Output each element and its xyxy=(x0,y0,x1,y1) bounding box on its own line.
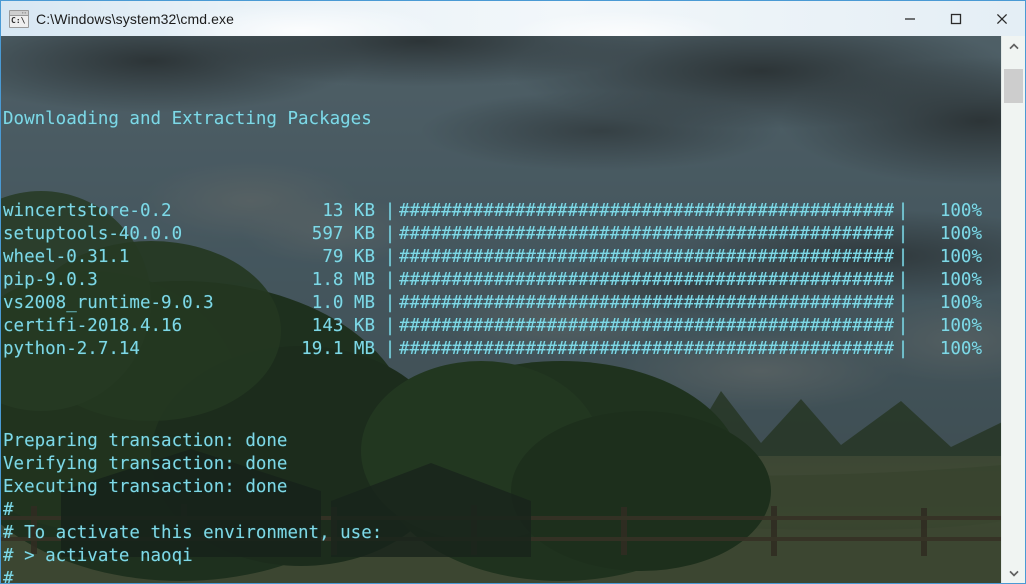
column-separator: | xyxy=(384,201,396,221)
package-row: wheel-0.31.1 79 KB | ######################… xyxy=(3,246,982,269)
close-button[interactable] xyxy=(979,1,1025,36)
progress-bar: ########################################… xyxy=(399,339,894,359)
package-row: vs2008_runtime-9.0.3 1.0 MB | #############… xyxy=(3,292,982,315)
column-separator: | xyxy=(897,247,909,267)
cmd-window: ▪▪ C:\ C:\Windows\system32\cmd.exe Downl… xyxy=(0,0,1026,584)
package-name: wincertstore-0.2 xyxy=(3,201,172,221)
progress-percent: 100% xyxy=(939,316,982,336)
scroll-up-arrow[interactable] xyxy=(1002,36,1025,56)
scroll-down-arrow[interactable] xyxy=(1002,563,1025,583)
console-line: # xyxy=(3,569,14,583)
close-icon xyxy=(996,13,1008,24)
message-lines: Preparing transaction: done Verifying tra… xyxy=(3,430,982,583)
package-name: vs2008_runtime-9.0.3 xyxy=(3,293,214,313)
package-row: python-2.7.14 19.1 MB | ###################… xyxy=(3,338,982,361)
console-line: Executing transaction: done xyxy=(3,477,288,497)
progress-bar: ########################################… xyxy=(399,201,894,221)
chevron-up-icon xyxy=(1008,42,1019,49)
column-separator: | xyxy=(897,316,909,336)
package-size: 143 KB xyxy=(311,316,375,336)
package-name: certifi-2018.4.16 xyxy=(3,316,183,336)
window-title: C:\Windows\system32\cmd.exe xyxy=(36,10,234,27)
maximize-button[interactable] xyxy=(933,1,979,36)
package-row: certifi-2018.4.16 143 KB | ################… xyxy=(3,315,982,338)
vertical-scrollbar[interactable] xyxy=(1001,36,1025,583)
column-separator: | xyxy=(897,224,909,244)
progress-percent: 100% xyxy=(939,270,982,290)
console-output-area[interactable]: Downloading and Extracting Packages winc… xyxy=(1,36,1001,583)
progress-bar: ########################################… xyxy=(399,224,894,244)
console-text: Downloading and Extracting Packages winc… xyxy=(1,36,982,583)
package-row: wincertstore-0.2 13 KB | ##################… xyxy=(3,200,982,223)
progress-bar: ########################################… xyxy=(399,247,894,267)
progress-percent: 100% xyxy=(939,247,982,267)
package-size: 13 KB xyxy=(322,201,375,221)
progress-percent: 100% xyxy=(939,339,982,359)
console-line: Verifying transaction: done xyxy=(3,454,288,474)
scroll-thumb[interactable] xyxy=(1004,69,1023,103)
icon-prompt-text: C:\ xyxy=(11,15,26,25)
progress-percent: 100% xyxy=(939,224,982,244)
console-line: # > activate naoqi xyxy=(3,546,193,566)
window-controls xyxy=(887,1,1025,36)
column-separator: | xyxy=(897,339,909,359)
console-line: # To activate this environment, use: xyxy=(3,523,383,543)
minimize-button[interactable] xyxy=(887,1,933,36)
column-separator: | xyxy=(384,270,396,290)
package-size: 597 KB xyxy=(311,224,375,244)
progress-percent: 100% xyxy=(939,201,982,221)
progress-percent: 100% xyxy=(939,293,982,313)
minimize-icon xyxy=(905,17,915,20)
console-line: # xyxy=(3,500,14,520)
console-line: Preparing transaction: done xyxy=(3,431,288,451)
column-separator: | xyxy=(897,201,909,221)
progress-bar: ########################################… xyxy=(399,316,894,336)
icon-buttons: ▪▪ xyxy=(22,9,27,15)
title-bar[interactable]: ▪▪ C:\ C:\Windows\system32\cmd.exe xyxy=(1,1,1025,36)
column-separator: | xyxy=(384,224,396,244)
column-separator: | xyxy=(384,293,396,313)
cmd-console-icon: ▪▪ C:\ xyxy=(9,9,29,28)
package-row: pip-9.0.3 1.8 MB | ########################… xyxy=(3,269,982,292)
column-separator: | xyxy=(384,316,396,336)
package-table: wincertstore-0.2 13 KB | ##################… xyxy=(3,200,982,361)
package-name: setuptools-40.0.0 xyxy=(3,224,183,244)
scrollbar-track[interactable] xyxy=(1002,56,1025,563)
package-name: python-2.7.14 xyxy=(3,339,140,359)
package-size: 1.0 MB xyxy=(311,293,375,313)
progress-bar: ########################################… xyxy=(399,293,894,313)
package-name: pip-9.0.3 xyxy=(3,270,98,290)
package-row: setuptools-40.0.0 597 KB | ################… xyxy=(3,223,982,246)
download-header: Downloading and Extracting Packages xyxy=(3,109,372,129)
package-name: wheel-0.31.1 xyxy=(3,247,130,267)
column-separator: | xyxy=(384,339,396,359)
package-size: 19.1 MB xyxy=(301,339,375,359)
maximize-icon xyxy=(950,13,962,24)
package-size: 79 KB xyxy=(322,247,375,267)
column-separator: | xyxy=(897,293,909,313)
chevron-down-icon xyxy=(1008,570,1019,577)
column-separator: | xyxy=(897,270,909,290)
package-size: 1.8 MB xyxy=(311,270,375,290)
column-separator: | xyxy=(384,247,396,267)
progress-bar: ########################################… xyxy=(399,270,894,290)
